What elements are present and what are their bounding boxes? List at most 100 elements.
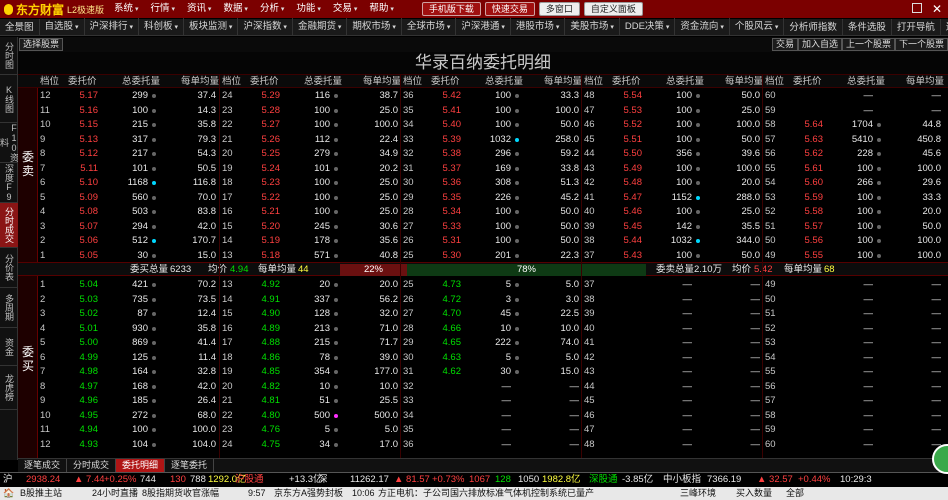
order-level: 49 bbox=[765, 249, 776, 261]
order-price: 4.62 bbox=[442, 366, 462, 377]
order-total-qty: 222 bbox=[495, 337, 511, 348]
add-watchlist-button[interactable]: 加入自选 bbox=[797, 38, 842, 51]
order-level: 12 bbox=[40, 90, 51, 101]
order-price bbox=[610, 322, 642, 335]
ticker-item-9[interactable]: 买入数量 bbox=[736, 487, 772, 500]
quick-trade-button[interactable]: 快速交易 bbox=[484, 2, 535, 16]
nav-panorama[interactable]: 全景图 bbox=[0, 18, 40, 36]
ticker-item-2[interactable]: 24小时直播 bbox=[92, 487, 138, 500]
nav-star-market[interactable]: 科创板 bbox=[139, 18, 184, 36]
order-total-qty: 5 bbox=[324, 424, 330, 435]
custom-panel-button[interactable]: 自定义面板 bbox=[583, 2, 643, 16]
nav-dde[interactable]: DDE决策 bbox=[620, 18, 676, 36]
order-price bbox=[791, 394, 823, 407]
nav-options[interactable]: 期权市场 bbox=[347, 18, 402, 36]
sidebar-item-2[interactable]: F10资料 bbox=[0, 123, 18, 163]
order-total-qty: 100 bbox=[314, 119, 330, 130]
select-stock-button[interactable]: 选择股票 bbox=[19, 38, 64, 51]
sidebar-item-7[interactable]: 资金 bbox=[0, 328, 18, 366]
order-avg-qty: 42.0 bbox=[197, 380, 217, 392]
nav-stock-picker[interactable]: 条件选股 bbox=[843, 18, 892, 36]
ticker-item-1[interactable]: B股推主站 bbox=[20, 487, 62, 500]
nav-sector-monitor[interactable]: 板块监测 bbox=[184, 18, 239, 36]
menu-data[interactable]: 数据 bbox=[217, 0, 253, 19]
order-avg-qty: 38.7 bbox=[379, 90, 399, 101]
order-avg-qty: 500.0 bbox=[374, 409, 398, 421]
sidebar-item-3[interactable]: 深度F9 bbox=[0, 163, 18, 203]
order-level: 49 bbox=[765, 279, 776, 290]
menu-news[interactable]: 资讯 bbox=[181, 0, 217, 19]
ticker-item-4[interactable]: 9:57 bbox=[248, 487, 266, 500]
menu-trade[interactable]: 交易 bbox=[327, 0, 363, 19]
order-level: 1 bbox=[40, 249, 46, 261]
nav-connect[interactable]: 沪深港通 bbox=[456, 18, 511, 36]
order-marker-icon bbox=[334, 224, 338, 229]
trade-button[interactable]: 交易 bbox=[771, 38, 798, 51]
tab-tick-trades[interactable]: 逐笔成交 bbox=[18, 459, 68, 472]
order-marker-icon bbox=[877, 166, 881, 171]
order-avg-qty: 50.0 bbox=[560, 206, 580, 217]
tab-order-detail[interactable]: 委托明细 bbox=[116, 459, 166, 472]
order-price: 4.97 bbox=[79, 380, 99, 392]
order-level: 16 bbox=[222, 206, 233, 217]
multi-window-button[interactable]: 多窗口 bbox=[538, 2, 580, 16]
nav-open-navigation[interactable]: 打开导航 bbox=[892, 18, 941, 36]
order-total-qty: — bbox=[863, 380, 874, 392]
order-price bbox=[791, 293, 823, 306]
nav-back[interactable]: 返回 bbox=[941, 19, 948, 36]
tab-time-trades[interactable]: 分时成交 bbox=[67, 459, 117, 472]
nav-futures[interactable]: 金融期货 bbox=[293, 18, 348, 36]
sidebar-item-5[interactable]: 分价表 bbox=[0, 248, 18, 288]
ticker-item-10[interactable]: 全部 bbox=[786, 487, 804, 500]
ticker-item-5[interactable]: 京东方A强势封板 bbox=[274, 487, 343, 500]
nav-watchlist[interactable]: 自选股 bbox=[40, 18, 85, 36]
sidebar-item-8[interactable]: 龙虎榜 bbox=[0, 366, 18, 410]
order-level: 52 bbox=[765, 322, 776, 334]
menu-analysis[interactable]: 分析 bbox=[254, 0, 290, 19]
order-marker-icon bbox=[152, 108, 156, 113]
order-avg-qty: 100.0 bbox=[917, 235, 941, 246]
col-header-total-qty: 总委托量 bbox=[122, 76, 161, 87]
nav-stock-news[interactable]: 个股风云 bbox=[730, 18, 785, 36]
menu-help[interactable]: 帮助 bbox=[363, 0, 399, 19]
nav-index[interactable]: 沪深指数 bbox=[238, 18, 293, 36]
order-price bbox=[429, 380, 461, 393]
order-marker-icon bbox=[334, 123, 338, 127]
close-icon[interactable]: ✕ bbox=[932, 0, 942, 18]
order-total-qty: 116 bbox=[314, 90, 330, 101]
ticker-item-0[interactable]: 🏠 bbox=[3, 487, 14, 500]
mobile-download-button[interactable]: 手机版下载 bbox=[421, 2, 481, 16]
tab-tick-orders[interactable]: 逐笔委托 bbox=[165, 459, 215, 472]
ticker-item-8[interactable]: 三峰环境 bbox=[680, 487, 716, 500]
order-total-qty: 128 bbox=[314, 308, 330, 319]
menu-functions[interactable]: 功能 bbox=[290, 0, 326, 19]
order-price bbox=[610, 409, 642, 422]
prev-stock-button[interactable]: 上一个股票 bbox=[841, 38, 895, 51]
order-price: 4.90 bbox=[261, 308, 281, 319]
nav-ranking[interactable]: 沪深排行 bbox=[85, 18, 139, 36]
sidebar-item-6[interactable]: 多周期 bbox=[0, 288, 18, 328]
sidebar-item-0[interactable]: 分时图 bbox=[0, 37, 18, 75]
maximize-icon[interactable] bbox=[912, 3, 922, 13]
order-level: 55 bbox=[765, 162, 776, 174]
order-total-qty: — bbox=[501, 380, 512, 392]
order-level: 40 bbox=[584, 322, 595, 334]
app-logo[interactable]: 东方财富 L2极速版 bbox=[0, 0, 108, 18]
sidebar-item-1[interactable]: K线图 bbox=[0, 75, 18, 123]
next-stock-button[interactable]: 下一个股票 bbox=[894, 38, 948, 51]
ticker-item-6[interactable]: 10:06 bbox=[352, 487, 375, 500]
ticker-item-7[interactable]: 方正电机：子公司国六排放标准气体机控制系统已量产 bbox=[378, 487, 594, 500]
ticker-item-3[interactable]: 8股指期货收官涨幅 bbox=[142, 487, 219, 500]
nav-global[interactable]: 全球市场 bbox=[402, 18, 457, 36]
nav-hk[interactable]: 港股市场 bbox=[511, 18, 566, 36]
order-avg-qty: 170.7 bbox=[192, 235, 216, 246]
order-marker-icon bbox=[152, 283, 156, 287]
nav-us[interactable]: 美股市场 bbox=[565, 18, 620, 36]
order-total-qty: 100 bbox=[857, 249, 873, 261]
menu-quotes[interactable]: 行情 bbox=[144, 0, 180, 19]
sidebar-item-4[interactable]: 分时成交 bbox=[0, 203, 18, 248]
nav-fund-flow[interactable]: 资金流向 bbox=[675, 18, 730, 36]
menu-system[interactable]: 系统 bbox=[108, 0, 144, 19]
order-total-qty: 100 bbox=[495, 90, 511, 101]
nav-analyst-index[interactable]: 分析师指数 bbox=[784, 18, 843, 36]
